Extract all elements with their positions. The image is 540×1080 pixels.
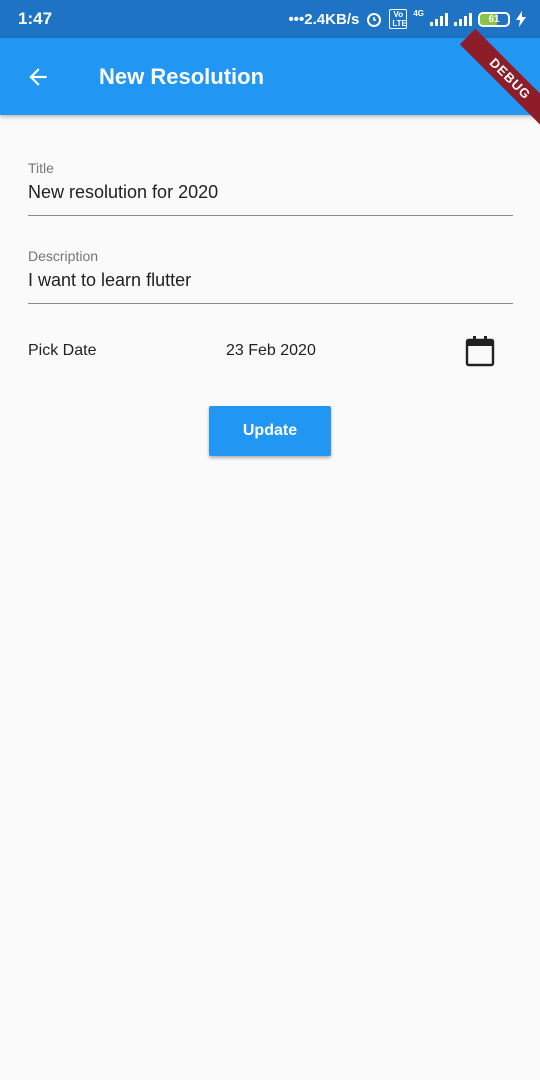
status-bar: 1:47 •••2.4KB/s Vo LTE 4G 61 xyxy=(0,0,540,38)
alarm-icon xyxy=(367,13,382,27)
battery-icon: 61 xyxy=(478,11,510,27)
description-field[interactable]: Description xyxy=(28,203,513,304)
volte-icon: Vo LTE xyxy=(389,9,408,29)
pick-date-label: Pick Date xyxy=(28,342,97,359)
description-label: Description xyxy=(28,248,99,264)
page-title: New Resolution xyxy=(99,63,265,89)
net-speed: •••2.4KB/s xyxy=(288,10,360,28)
charging-icon xyxy=(516,11,526,27)
network-tag: 4G xyxy=(413,8,424,18)
description-input[interactable] xyxy=(28,267,513,293)
status-icons: •••2.4KB/s Vo LTE 4G 61 xyxy=(289,0,526,38)
signal-icon xyxy=(454,12,472,26)
app-bar: New Resolution DEBUG xyxy=(0,28,540,130)
title-label: Title xyxy=(28,160,54,176)
status-time: 1:47 xyxy=(18,9,53,28)
date-value: 23 Feb 2020 xyxy=(226,342,316,359)
title-input[interactable] xyxy=(28,179,513,205)
title-field[interactable]: Title xyxy=(28,115,513,216)
calendar-icon xyxy=(465,336,495,367)
date-row: Pick Date 23 Feb 2020 xyxy=(28,333,513,373)
update-button[interactable]: Update xyxy=(209,406,331,456)
calendar-button[interactable] xyxy=(464,333,496,369)
signal-icon xyxy=(430,12,448,26)
battery-level: 61 xyxy=(488,13,500,25)
back-button[interactable] xyxy=(10,49,66,105)
resolution-form: Title Description Pick Date 23 Feb 2020 xyxy=(28,115,513,367)
arrow-back-icon xyxy=(29,67,47,86)
description-underline xyxy=(28,303,513,304)
